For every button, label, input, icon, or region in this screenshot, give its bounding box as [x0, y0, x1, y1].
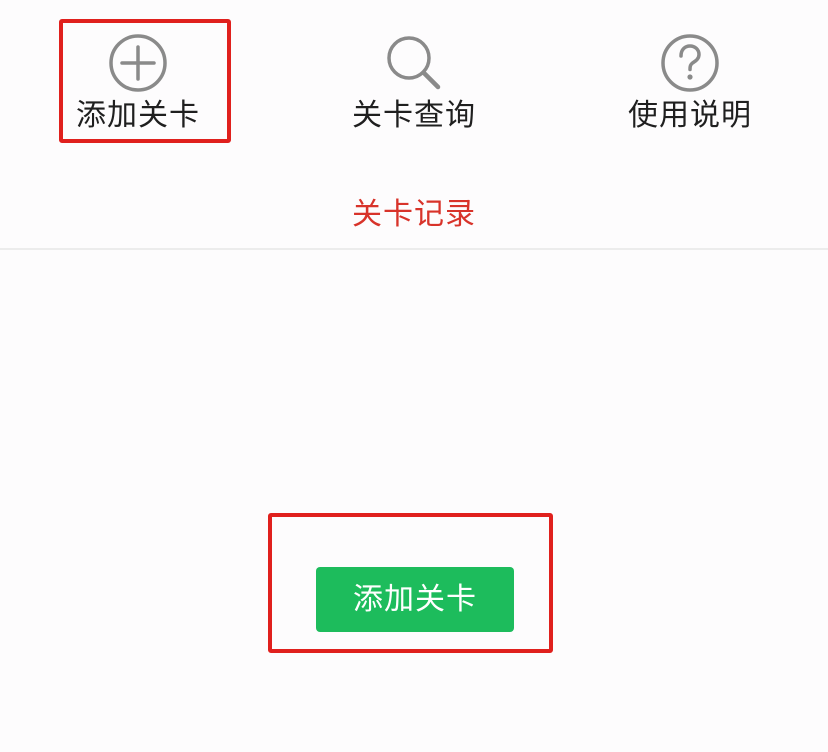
nav-instructions[interactable]: 使用说明: [590, 0, 790, 150]
plus-circle-icon: [106, 31, 170, 95]
nav-instructions-label: 使用说明: [628, 98, 752, 133]
tab-level-records[interactable]: 关卡记录: [0, 190, 828, 240]
divider: [0, 248, 828, 250]
nav-query-level-label: 关卡查询: [352, 98, 476, 133]
question-circle-icon: [658, 31, 722, 95]
search-icon: [382, 31, 446, 95]
page: 添加关卡 关卡查询 使用说明 关卡记录 添加关卡: [0, 0, 828, 752]
top-nav: 添加关卡 关卡查询 使用说明: [0, 0, 828, 160]
nav-add-level-label: 添加关卡: [76, 98, 200, 133]
add-level-button[interactable]: 添加关卡: [316, 567, 514, 632]
nav-add-level[interactable]: 添加关卡: [38, 0, 238, 150]
nav-query-level[interactable]: 关卡查询: [314, 0, 514, 150]
